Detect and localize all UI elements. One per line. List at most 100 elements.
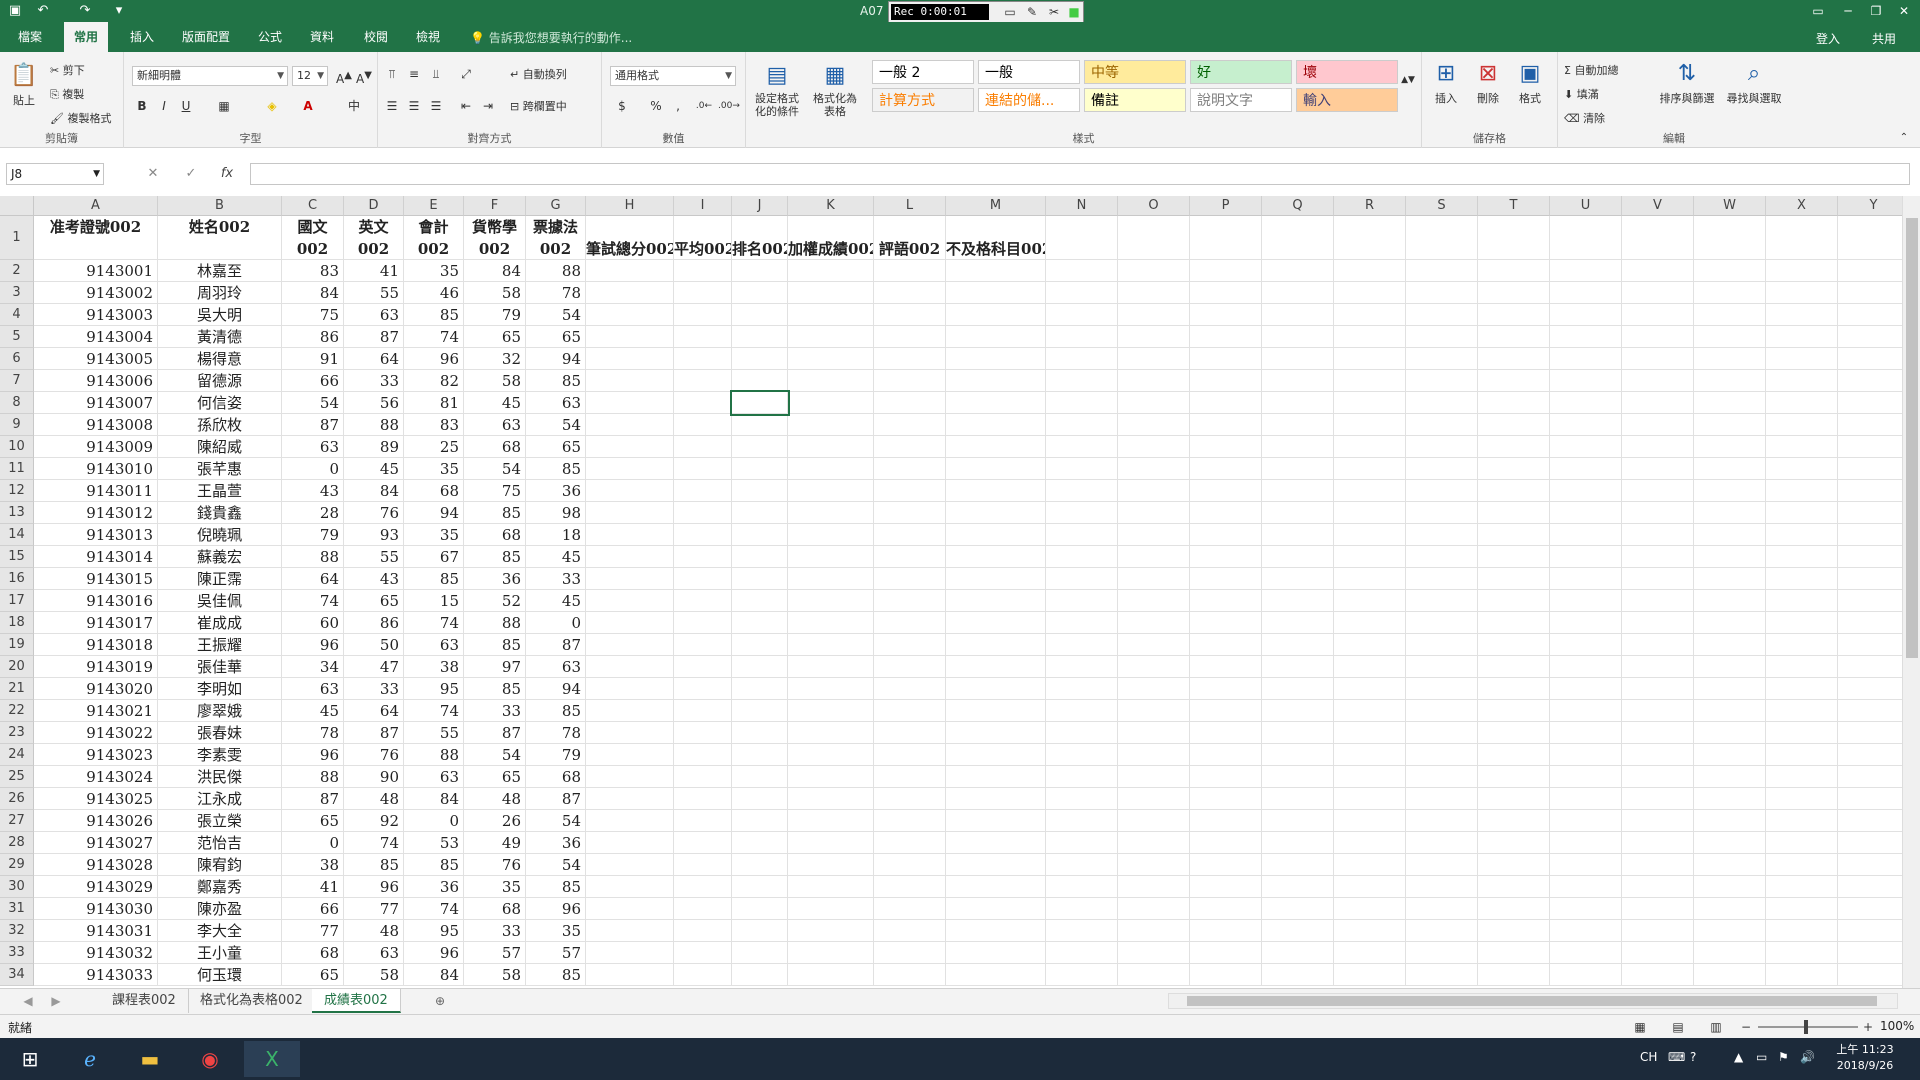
data-cell[interactable] [1334,766,1406,788]
data-cell[interactable] [586,524,674,546]
recorder-stop-icon[interactable]: ■ [1065,4,1083,20]
data-cell[interactable] [1406,568,1478,590]
data-cell[interactable] [946,744,1046,766]
data-cell[interactable] [1334,854,1406,876]
data-cell[interactable]: 48 [464,788,526,810]
data-cell[interactable]: 鄭嘉秀 [158,876,282,898]
header-cell[interactable]: 不及格科目002 [946,216,1046,260]
data-cell[interactable] [1694,876,1766,898]
data-cell[interactable] [946,546,1046,568]
data-cell[interactable] [1622,282,1694,304]
data-cell[interactable] [874,810,946,832]
data-cell[interactable] [1478,304,1550,326]
data-cell[interactable] [1622,920,1694,942]
data-cell[interactable] [1550,612,1622,634]
data-cell[interactable] [1190,458,1262,480]
row-header[interactable]: 34 [0,964,34,986]
decrease-decimal-icon[interactable]: .00→ [718,96,740,116]
tab-view[interactable]: 檢視 [406,22,450,52]
data-cell[interactable]: 77 [344,898,404,920]
data-cell[interactable] [946,700,1046,722]
data-cell[interactable] [1766,766,1838,788]
data-cell[interactable] [1406,722,1478,744]
column-header[interactable]: O [1118,196,1190,216]
data-cell[interactable] [674,568,732,590]
data-cell[interactable]: 張春妹 [158,722,282,744]
data-cell[interactable] [1190,810,1262,832]
data-cell[interactable] [1262,964,1334,986]
data-cell[interactable] [1046,502,1118,524]
header-cell[interactable] [1622,216,1694,260]
data-cell[interactable] [1046,722,1118,744]
row-header[interactable]: 31 [0,898,34,920]
header-cell[interactable]: 票據法002 [526,216,586,260]
data-cell[interactable] [874,260,946,282]
data-cell[interactable]: 35 [464,876,526,898]
data-cell[interactable] [1046,392,1118,414]
data-cell[interactable] [1766,964,1838,986]
data-cell[interactable] [1406,964,1478,986]
data-cell[interactable] [788,546,874,568]
data-cell[interactable] [1262,458,1334,480]
data-cell[interactable] [1190,744,1262,766]
data-cell[interactable] [1766,810,1838,832]
data-cell[interactable]: 84 [404,964,464,986]
data-cell[interactable] [1478,920,1550,942]
number-format-select[interactable]: 通用格式 ▼ [610,66,736,86]
data-cell[interactable]: 45 [464,392,526,414]
data-cell[interactable] [788,832,874,854]
data-cell[interactable] [1550,370,1622,392]
data-cell[interactable]: 87 [282,414,344,436]
zoom-slider[interactable] [1758,1026,1858,1028]
data-cell[interactable] [874,282,946,304]
data-cell[interactable] [1550,414,1622,436]
row-header[interactable]: 13 [0,502,34,524]
header-cell[interactable] [1046,216,1118,260]
data-cell[interactable] [1622,766,1694,788]
data-cell[interactable]: 9143015 [34,568,158,590]
row-header[interactable]: 4 [0,304,34,326]
data-cell[interactable]: 陳亦盈 [158,898,282,920]
data-cell[interactable]: 0 [282,832,344,854]
data-cell[interactable] [788,502,874,524]
data-cell[interactable] [674,678,732,700]
header-cell[interactable]: 國文002 [282,216,344,260]
data-cell[interactable]: 58 [464,964,526,986]
data-cell[interactable] [946,436,1046,458]
column-header[interactable]: D [344,196,404,216]
data-cell[interactable]: 85 [464,634,526,656]
data-cell[interactable] [946,766,1046,788]
data-cell[interactable] [946,788,1046,810]
row-header[interactable]: 14 [0,524,34,546]
grow-font-icon[interactable]: A▲ [334,66,354,86]
data-cell[interactable] [1694,766,1766,788]
keyboard-icon[interactable]: ⌨ [1668,1050,1685,1064]
column-header[interactable]: B [158,196,282,216]
data-cell[interactable]: 88 [526,260,586,282]
data-cell[interactable] [1550,546,1622,568]
data-cell[interactable] [1190,898,1262,920]
row-header[interactable]: 26 [0,788,34,810]
data-cell[interactable] [1334,810,1406,832]
data-cell[interactable] [586,744,674,766]
data-cell[interactable]: 43 [282,480,344,502]
font-color-icon[interactable]: A [298,96,318,116]
data-cell[interactable]: 96 [526,898,586,920]
data-cell[interactable] [1550,678,1622,700]
data-cell[interactable]: 84 [464,260,526,282]
column-header[interactable]: S [1406,196,1478,216]
data-cell[interactable]: 9143011 [34,480,158,502]
row-header[interactable]: 8 [0,392,34,414]
data-cell[interactable] [1694,458,1766,480]
cell-style-item[interactable]: 中等 [1084,60,1186,84]
recorder-pen-icon[interactable]: ✎ [1023,4,1041,20]
data-cell[interactable] [874,722,946,744]
data-cell[interactable] [1766,634,1838,656]
data-cell[interactable]: 9143001 [34,260,158,282]
data-cell[interactable] [1118,590,1190,612]
bold-icon[interactable]: B [132,96,152,116]
data-cell[interactable] [674,810,732,832]
data-cell[interactable] [732,898,788,920]
data-cell[interactable] [788,898,874,920]
data-cell[interactable] [1406,370,1478,392]
